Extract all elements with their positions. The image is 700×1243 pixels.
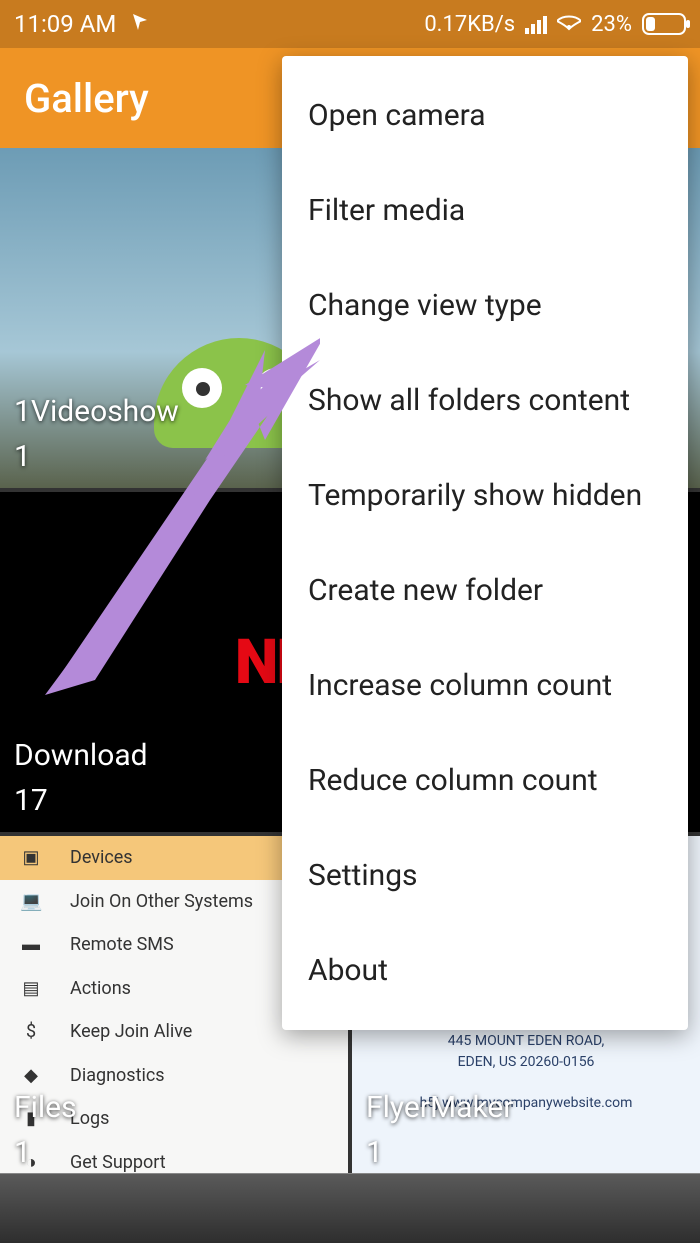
list-item-label: Keep Join Alive — [70, 1021, 192, 1042]
list-item-label: Join On Other Systems — [70, 891, 253, 912]
folder-count: 1 — [14, 1135, 31, 1170]
menu-open-camera[interactable]: Open camera — [282, 68, 688, 163]
diagnostics-icon: ◆ — [20, 1065, 42, 1086]
status-data-rate: 0.17KB/s — [424, 12, 515, 37]
actions-icon: ▤ — [20, 978, 42, 999]
flyer-addr1: 445 MOUNT EDEN ROAD, — [448, 1031, 604, 1052]
battery-icon — [642, 13, 686, 35]
dollar-icon: $ — [20, 1021, 42, 1042]
menu-increase-column-count[interactable]: Increase column count — [282, 638, 688, 733]
status-time: 11:09 AM — [14, 10, 116, 38]
menu-show-all-folders[interactable]: Show all folders content — [282, 353, 688, 448]
folder-name: FlyerMaker — [366, 1090, 513, 1125]
device-frame-edge — [0, 1173, 700, 1243]
overflow-menu: Open camera Filter media Change view typ… — [282, 56, 688, 1030]
menu-temporarily-show-hidden[interactable]: Temporarily show hidden — [282, 448, 688, 543]
menu-filter-media[interactable]: Filter media — [282, 163, 688, 258]
folder-count: 17 — [14, 783, 48, 818]
folder-name: 1Videoshow — [14, 394, 179, 429]
app-title: Gallery — [24, 75, 149, 122]
battery-percent: 23% — [591, 12, 632, 37]
list-item-label: Get Support — [70, 1152, 166, 1173]
wifi-icon — [557, 11, 581, 37]
devices-icon: ▣ — [20, 847, 42, 868]
signal-icon — [525, 14, 547, 34]
folder-name: Download — [14, 738, 148, 773]
folder-count: 1 — [14, 439, 31, 474]
folder-name: Files — [14, 1090, 77, 1125]
menu-settings[interactable]: Settings — [282, 828, 688, 923]
status-bar: 11:09 AM 0.17KB/s 23% — [0, 0, 700, 48]
laptop-icon: 💻 — [20, 891, 42, 912]
list-item-label: Remote SMS — [70, 934, 174, 955]
folder-count: 1 — [366, 1135, 383, 1170]
menu-reduce-column-count[interactable]: Reduce column count — [282, 733, 688, 828]
list-item-label: Diagnostics — [70, 1065, 165, 1086]
flyer-addr2: EDEN, US 20260-0156 — [458, 1052, 595, 1073]
notification-icon — [130, 10, 150, 38]
list-item-label: Actions — [70, 978, 131, 999]
menu-create-new-folder[interactable]: Create new folder — [282, 543, 688, 638]
menu-change-view-type[interactable]: Change view type — [282, 258, 688, 353]
list-item-label: Devices — [70, 847, 133, 868]
sms-icon: ▬ — [20, 934, 42, 955]
menu-about[interactable]: About — [282, 923, 688, 1018]
